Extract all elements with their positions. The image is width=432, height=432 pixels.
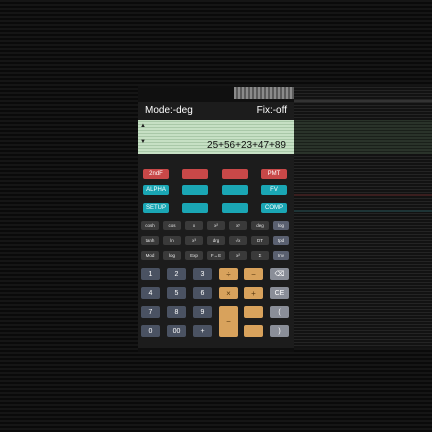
dt-button[interactable]: DT [251,236,269,245]
x-squared-button[interactable]: x² [207,221,225,230]
fv-button[interactable]: FV [261,185,287,195]
digit-5-button[interactable]: 5 [167,287,186,299]
equals-button[interactable] [244,325,263,337]
minus-button[interactable]: − [244,268,263,280]
x-power-y-button[interactable]: xʸ [229,221,247,230]
inv-button[interactable]: Inv [273,251,289,260]
blank-teal-button[interactable] [222,185,248,195]
x2-button[interactable]: x² [229,251,247,260]
status-icons [234,87,294,99]
plus-button[interactable]: + [244,287,263,299]
cos-button[interactable]: cos [163,221,181,230]
drg-button[interactable]: drg [207,236,225,245]
exp-button[interactable]: Exp [185,251,203,260]
digit-6-button[interactable]: 6 [193,287,212,299]
tpd-button[interactable]: tpd [273,236,289,245]
digit-8-button[interactable]: 8 [167,306,186,318]
blank-red-button[interactable] [222,169,248,179]
scroll-down-icon[interactable]: ▼ [140,139,146,145]
dot-button[interactable]: + [193,325,212,337]
mode-bar: Mode:-deg Fix:-off [138,103,294,119]
x-cubed-button[interactable]: x³ [185,236,203,245]
log-button[interactable]: log [273,221,289,230]
glow-band [294,210,432,212]
fix-label: Fix:-off [256,105,287,116]
blank-red-button[interactable] [182,169,208,179]
expression-text: 25+56+23+47+89 [207,140,286,151]
setup-button[interactable]: SETUP [143,203,169,213]
open-paren-button[interactable]: ( [270,306,289,318]
bottom-bar [138,348,294,352]
sqrt-button[interactable]: √x [229,236,247,245]
glow-band [294,194,432,196]
pmt-button[interactable]: PMT [261,169,287,179]
status-bar [138,86,294,102]
ce-button[interactable]: CE [270,287,289,299]
glow-band [294,100,432,102]
ln-button[interactable]: ln [163,236,181,245]
blank-teal-button[interactable] [182,185,208,195]
comp-button[interactable]: COMP [261,203,287,213]
deg-button[interactable]: deg [251,221,269,230]
digit-7-button[interactable]: 7 [141,306,160,318]
double-zero-button[interactable]: 00 [167,325,186,337]
digit-0-button[interactable]: 0 [141,325,160,337]
cosh-button[interactable]: cosh [141,221,159,230]
fe-button[interactable]: F↔E [207,251,225,260]
digit-9-button[interactable]: 9 [193,306,212,318]
mode-label: Mode:-deg [145,105,193,116]
x-button[interactable]: x [185,221,203,230]
orange-blank-button[interactable] [244,306,263,318]
blank-teal-button[interactable] [222,203,248,213]
multiply-button[interactable]: × [219,287,238,299]
digit-3-button[interactable]: 3 [193,268,212,280]
glow-band [294,120,432,154]
digit-1-button[interactable]: 1 [141,268,160,280]
tanh-button[interactable]: tanh [141,236,159,245]
add-button[interactable]: − [219,306,238,337]
calculator: Mode:-deg Fix:-off ▲ ▼ 25+56+23+47+89 2n… [138,86,294,352]
background-glow [294,86,432,348]
close-paren-button[interactable]: ) [270,325,289,337]
sigma-button[interactable]: Σ [251,251,269,260]
display: ▲ ▼ 25+56+23+47+89 [138,120,294,154]
mod-button[interactable]: Mod [141,251,159,260]
alpha-button[interactable]: ALPHA [143,185,169,195]
divide-button[interactable]: ÷ [219,268,238,280]
digit-2-button[interactable]: 2 [167,268,186,280]
scroll-up-icon[interactable]: ▲ [140,123,146,129]
backspace-icon[interactable]: ⌫ [270,268,289,280]
2ndf-button[interactable]: 2ndF [143,169,169,179]
blank-teal-button[interactable] [182,203,208,213]
log-fn-button[interactable]: log [163,251,181,260]
digit-4-button[interactable]: 4 [141,287,160,299]
